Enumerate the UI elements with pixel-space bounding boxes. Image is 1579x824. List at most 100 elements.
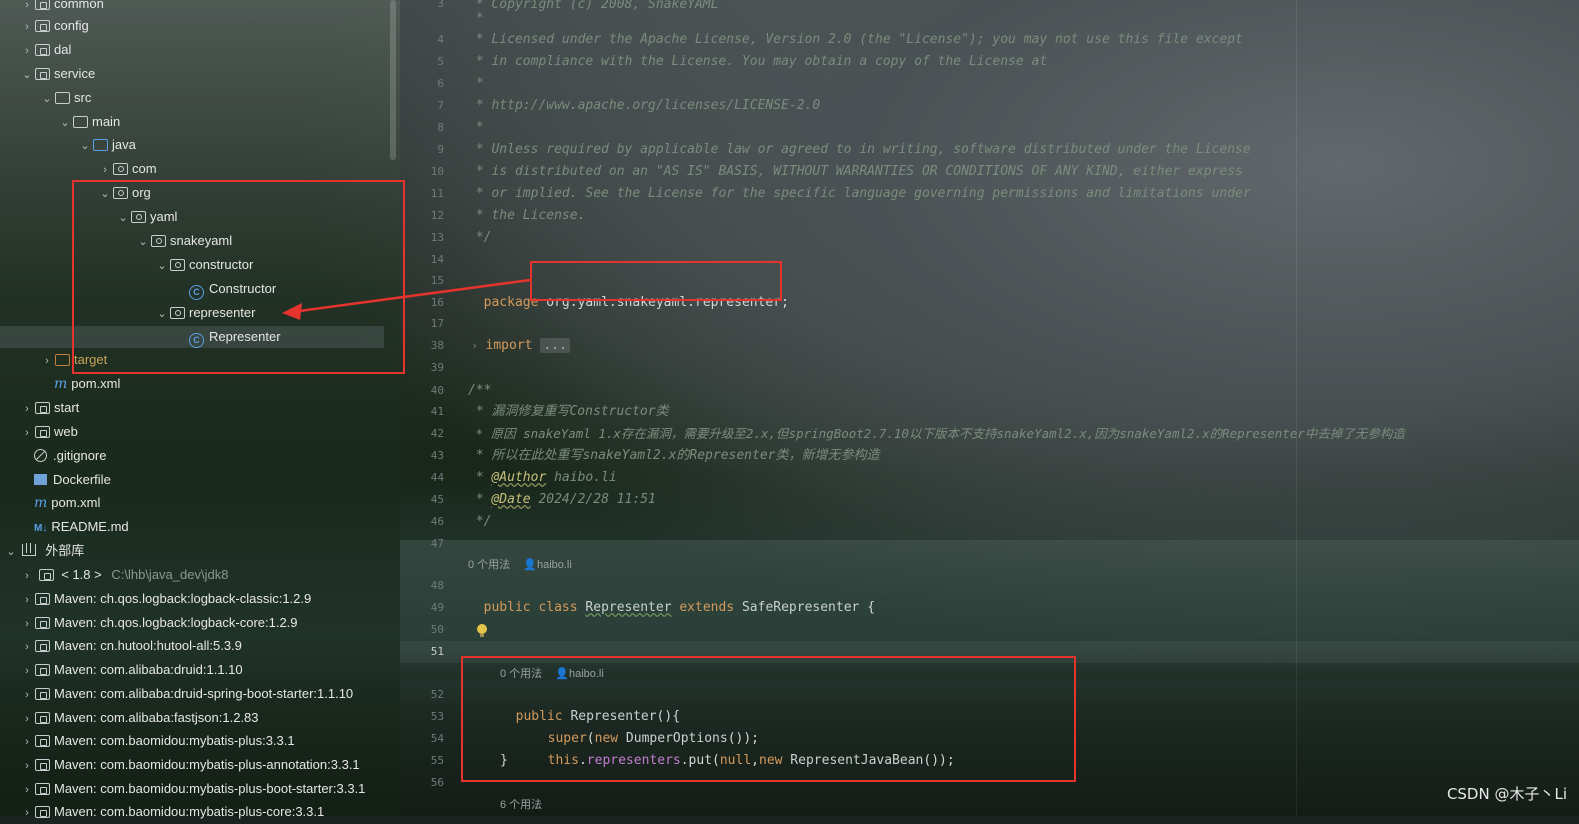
- chevron-right-icon[interactable]: ›: [20, 755, 34, 777]
- line-number[interactable]: 4: [400, 29, 444, 51]
- library-item[interactable]: › Maven: ch.qos.logback:logback-classic:1…: [20, 588, 311, 610]
- library-label: Maven: ch.qos.logback:logback-core:1.2.9: [54, 614, 298, 630]
- module-folder-icon: [34, 0, 50, 10]
- tree-item-pom-xml[interactable]: m pom.xml: [20, 492, 100, 514]
- line-number[interactable]: 7: [400, 95, 444, 117]
- next-usage-hint[interactable]: 6 个用法: [500, 796, 542, 814]
- lightbulb-icon[interactable]: [476, 624, 488, 638]
- chevron-right-icon[interactable]: ›: [40, 350, 54, 372]
- line-number[interactable]: 8: [400, 117, 444, 139]
- tree-scrollbar[interactable]: [390, 0, 396, 160]
- chevron-right-icon[interactable]: ›: [20, 684, 34, 706]
- line-number[interactable]: 53: [400, 706, 444, 728]
- tree-item-common[interactable]: › common: [20, 0, 104, 15]
- chevron-down-icon[interactable]: ⌄: [4, 541, 18, 563]
- import-statement[interactable]: › import ...: [456, 313, 570, 353]
- tree-item-web[interactable]: › web: [20, 421, 78, 443]
- tree-item-label: com: [132, 161, 157, 176]
- library-jar-icon: [34, 710, 50, 724]
- line-number[interactable]: 49: [400, 597, 444, 619]
- code-line-7: * http://www.apache.org/licenses/LICENSE…: [468, 98, 821, 113]
- chevron-right-icon[interactable]: ›: [98, 159, 112, 181]
- line-number[interactable]: 10: [400, 161, 444, 183]
- chevron-right-icon[interactable]: ›: [20, 708, 34, 730]
- line-number[interactable]: 3: [400, 0, 444, 15]
- tree-item-main[interactable]: ⌄ main: [58, 111, 120, 133]
- chevron-right-icon[interactable]: ›: [20, 589, 34, 611]
- line-number[interactable]: 51: [400, 641, 444, 663]
- line-number[interactable]: 47: [400, 533, 444, 555]
- line-number[interactable]: 42: [400, 423, 444, 445]
- line-number[interactable]: 39: [400, 357, 444, 379]
- annotation-box-package: [530, 261, 782, 301]
- chevron-right-icon[interactable]: ›: [20, 422, 34, 444]
- tree-item-pom-xml[interactable]: m pom.xml: [40, 373, 120, 395]
- chevron-down-icon[interactable]: ⌄: [58, 112, 72, 134]
- library-item[interactable]: › Maven: com.baomidou:mybatis-plus-core:3…: [20, 801, 324, 823]
- tree-item-start[interactable]: › start: [20, 397, 79, 419]
- tree-item--gitignore[interactable]: .gitignore: [20, 445, 106, 467]
- library-label: Maven: com.alibaba:fastjson:1.2.83: [54, 709, 259, 725]
- library-item[interactable]: › Maven: ch.qos.logback:logback-core:1.2.…: [20, 612, 298, 635]
- library-item[interactable]: › Maven: com.alibaba:fastjson:1.2.83: [20, 707, 259, 730]
- chevron-right-icon[interactable]: ›: [472, 341, 478, 352]
- line-number[interactable]: 6: [400, 73, 444, 95]
- line-number[interactable]: 40: [400, 380, 444, 402]
- line-number[interactable]: 41: [400, 401, 444, 423]
- line-number[interactable]: 46: [400, 511, 444, 533]
- tree-item-config[interactable]: › config: [20, 15, 89, 37]
- chevron-right-icon[interactable]: ›: [20, 636, 34, 658]
- line-number[interactable]: 12: [400, 205, 444, 227]
- tree-item-java[interactable]: ⌄ java: [78, 134, 135, 157]
- jdk-node[interactable]: › < 1.8 > C:\lhb\java_dev\jdk8: [20, 564, 228, 586]
- line-number[interactable]: 17: [400, 313, 444, 335]
- chevron-right-icon[interactable]: ›: [20, 660, 34, 682]
- class-usage-hint[interactable]: 0 个用法 👤haibo.li: [468, 556, 572, 574]
- library-item[interactable]: › Maven: com.alibaba:druid:1.1.10: [20, 659, 242, 682]
- chevron-right-icon[interactable]: ›: [20, 779, 34, 801]
- line-number[interactable]: 44: [400, 467, 444, 489]
- tree-item-com[interactable]: › com: [98, 158, 157, 181]
- chevron-down-icon[interactable]: ⌄: [78, 135, 92, 157]
- chevron-right-icon[interactable]: ›: [20, 565, 34, 587]
- chevron-right-icon[interactable]: ›: [20, 398, 34, 420]
- line-number[interactable]: 45: [400, 489, 444, 511]
- library-item[interactable]: › Maven: cn.hutool:hutool-all:5.3.9: [20, 635, 242, 657]
- chevron-right-icon[interactable]: ›: [20, 802, 34, 824]
- chevron-down-icon[interactable]: ⌄: [40, 88, 54, 110]
- line-number[interactable]: 9: [400, 139, 444, 161]
- import-fold[interactable]: ...: [540, 338, 570, 353]
- line-number[interactable]: 15: [400, 270, 444, 292]
- library-label: Maven: com.baomidou:mybatis-plus-core:3.…: [54, 804, 325, 820]
- line-number[interactable]: 48: [400, 575, 444, 597]
- chevron-down-icon[interactable]: ⌄: [20, 64, 34, 86]
- library-item[interactable]: › Maven: com.baomidou:mybatis-plus-annota…: [20, 754, 360, 776]
- library-item[interactable]: › Maven: com.alibaba:druid-spring-boot-st…: [20, 683, 353, 705]
- chevron-right-icon[interactable]: ›: [20, 0, 34, 16]
- chevron-right-icon[interactable]: ›: [20, 40, 34, 62]
- line-number[interactable]: 43: [400, 445, 444, 467]
- line-number[interactable]: 55: [400, 750, 444, 772]
- chevron-right-icon[interactable]: ›: [20, 16, 34, 38]
- chevron-right-icon[interactable]: ›: [20, 613, 34, 635]
- line-number[interactable]: 16: [400, 292, 444, 314]
- external-libraries-node[interactable]: ⌄ 外部库: [4, 540, 84, 562]
- line-number[interactable]: 14: [400, 249, 444, 271]
- line-number[interactable]: 56: [400, 772, 444, 794]
- line-number[interactable]: 50: [400, 619, 444, 641]
- line-number[interactable]: 54: [400, 728, 444, 750]
- tree-item-dal[interactable]: › dal: [20, 39, 71, 61]
- chevron-right-icon[interactable]: ›: [20, 731, 34, 753]
- tree-item-label: web: [54, 424, 78, 439]
- tree-item-service[interactable]: ⌄ service: [20, 63, 95, 85]
- tree-item-src[interactable]: ⌄ src: [40, 87, 91, 109]
- library-item[interactable]: › Maven: com.baomidou:mybatis-plus-boot-s…: [20, 778, 365, 800]
- tree-item-dockerfile[interactable]: Dockerfile: [20, 469, 111, 491]
- line-number[interactable]: 52: [400, 684, 444, 706]
- line-number[interactable]: 13: [400, 227, 444, 249]
- line-number[interactable]: 38: [400, 335, 444, 357]
- line-number[interactable]: 5: [400, 51, 444, 73]
- library-item[interactable]: › Maven: com.baomidou:mybatis-plus:3.3.1: [20, 730, 294, 753]
- line-number[interactable]: 11: [400, 183, 444, 205]
- tree-item-readme-md[interactable]: M↓ README.md: [20, 516, 129, 538]
